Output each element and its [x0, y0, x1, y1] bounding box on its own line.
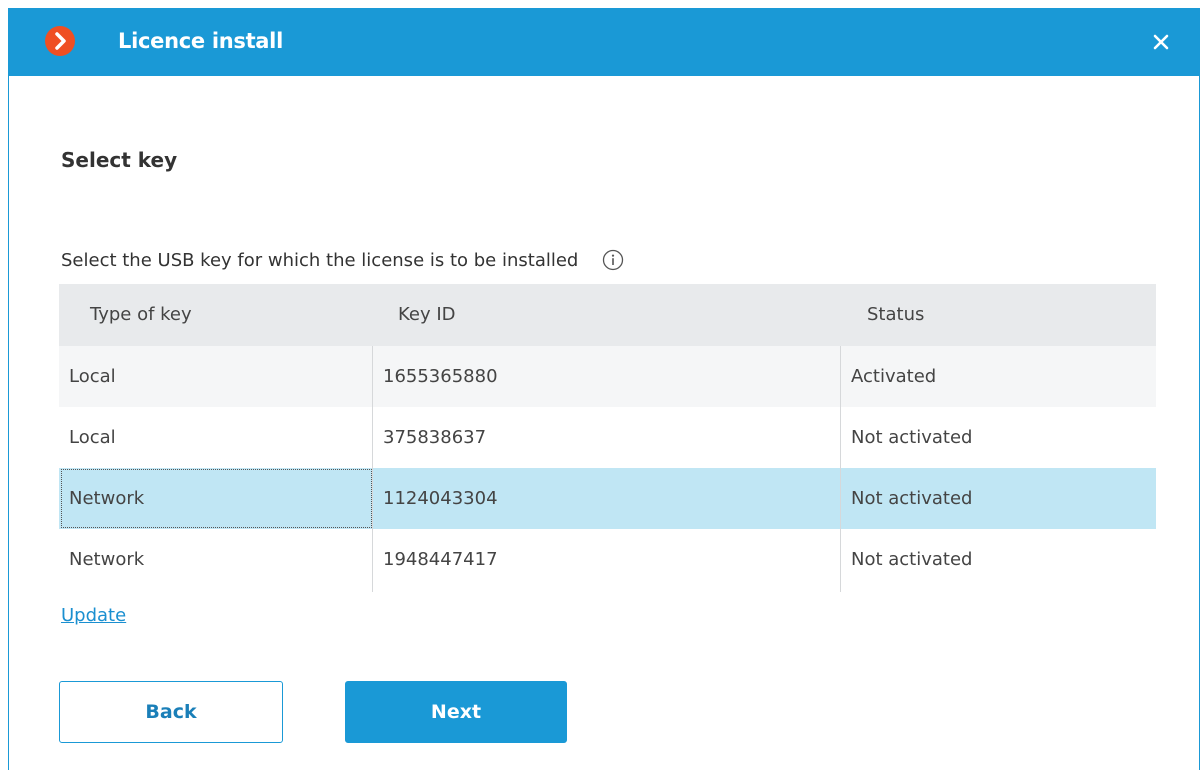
licence-install-dialog: Licence install Select key Select the US…	[8, 8, 1200, 770]
cell-status: Not activated	[851, 549, 973, 570]
table-row[interactable]: Local 375838637 Not activated	[59, 407, 1156, 468]
cell-type: Local	[69, 427, 116, 448]
cell-status: Not activated	[851, 427, 973, 448]
table-row-selected[interactable]: Network 1124043304 Not activated	[59, 468, 1156, 529]
usb-key-table: Type of key Key ID Status Local 16553658…	[59, 284, 1156, 592]
next-button[interactable]: Next	[345, 681, 567, 743]
info-icon[interactable]	[602, 249, 624, 271]
cell-key-id: 375838637	[383, 427, 487, 448]
chevron-right-icon	[55, 32, 66, 50]
description-row: Select the USB key for which the license…	[61, 247, 624, 273]
cell-type: Network	[69, 488, 145, 509]
close-button[interactable]	[1147, 28, 1175, 56]
cell-type: Network	[69, 549, 145, 570]
cell-status: Activated	[851, 366, 937, 387]
cell-key-id: 1948447417	[383, 549, 498, 570]
column-header-type[interactable]: Type of key	[90, 284, 192, 346]
cell-status: Not activated	[851, 488, 973, 509]
column-header-key-id[interactable]: Key ID	[398, 284, 456, 346]
back-button[interactable]: Back	[59, 681, 283, 743]
close-icon[interactable]	[1147, 28, 1175, 56]
column-divider	[372, 346, 373, 592]
cell-key-id: 1655365880	[383, 366, 498, 387]
dialog-title: Licence install	[118, 29, 283, 53]
column-header-status[interactable]: Status	[867, 284, 924, 346]
cell-key-id: 1124043304	[383, 488, 498, 509]
table-row[interactable]: Local 1655365880 Activated	[59, 346, 1156, 407]
cell-type: Local	[69, 366, 116, 387]
step-description: Select the USB key for which the license…	[61, 249, 579, 271]
step-title: Select key	[61, 148, 178, 172]
title-bar: Licence install	[9, 8, 1200, 76]
app-logo	[45, 26, 75, 56]
update-link[interactable]: Update	[61, 605, 126, 626]
column-divider	[840, 346, 841, 592]
table-row[interactable]: Network 1948447417 Not activated	[59, 529, 1156, 590]
table-header: Type of key Key ID Status	[59, 284, 1156, 346]
